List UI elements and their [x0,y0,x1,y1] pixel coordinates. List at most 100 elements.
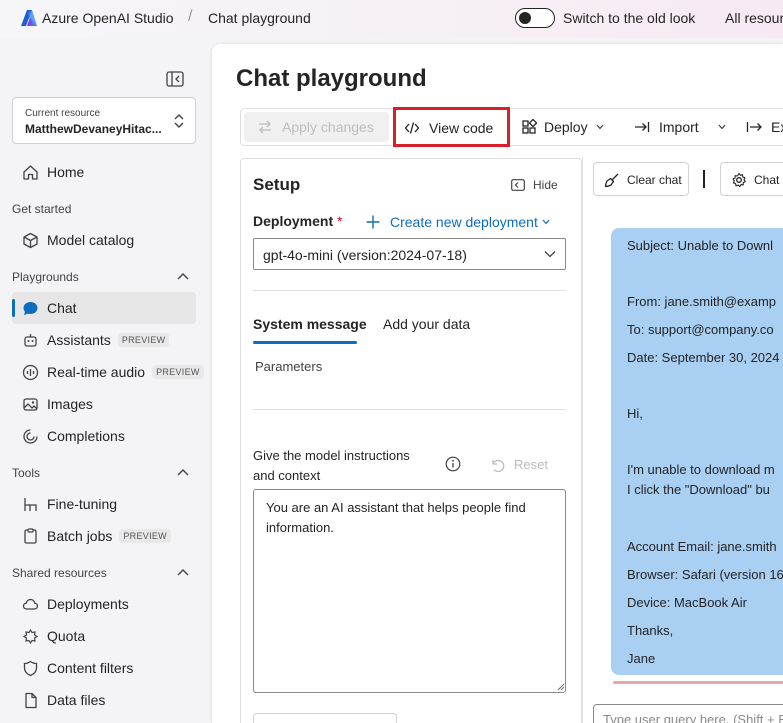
sidebar-item-label: Assistants [47,332,111,348]
add-section-button[interactable] [253,713,397,723]
chevron-up-icon[interactable] [176,567,190,577]
fine-tuning-icon [22,496,39,513]
sidebar-item-label: Data files [47,692,106,708]
apply-changes-button[interactable]: Apply changes [244,112,389,142]
sidebar-item-images[interactable]: Images [12,388,196,420]
sidebar-item-text: Assistants PREVIEW [47,332,170,348]
parameters-tab[interactable]: Parameters [255,359,322,374]
message-line: To: support@company.co [627,322,774,337]
chevron-down-icon [542,219,550,225]
active-tab-indicator [253,341,357,344]
clear-chat-button[interactable]: Clear chat [593,162,689,196]
import-label: Import [659,119,699,135]
brand-name[interactable]: Azure OpenAI Studio [42,10,174,26]
breadcrumb-separator: / [188,8,193,25]
preview-badge: PREVIEW [117,333,170,347]
import-button[interactable]: Import [632,109,732,145]
message-line: Thanks, [627,623,674,638]
gear-icon [731,172,747,188]
clear-chat-label: Clear chat [627,173,682,187]
hide-panel-icon [511,179,525,191]
section-playgrounds: Playgrounds [12,270,79,284]
sidebar-item-label: Model catalog [47,232,135,248]
view-code-label: View code [429,120,494,136]
export-arrow-icon [746,119,762,135]
chevron-up-icon[interactable] [176,271,190,281]
code-icon [404,120,420,136]
document-icon [22,692,39,709]
sidebar-item-assistants[interactable]: Assistants PREVIEW [12,324,196,356]
chat-settings-button[interactable]: Chat c [720,162,783,196]
old-look-toggle[interactable] [515,8,555,28]
sidebar-item-batch-jobs[interactable]: Batch jobs PREVIEW [12,520,196,552]
sidebar-item-label: Home [47,164,85,180]
cloud-icon [22,596,39,613]
divider [253,290,566,291]
info-icon[interactable] [445,456,461,472]
setup-panel: Setup Hide Deployment * Create new deplo… [240,158,582,723]
sidebar-item-fine-tuning[interactable]: Fine-tuning [12,488,196,520]
message-line: Jane [627,651,656,666]
reset-label: Reset [514,457,548,472]
top-bar: Azure OpenAI Studio / Chat playground Sw… [0,0,783,38]
sidebar-item-content-filters[interactable]: Content filters [12,652,196,684]
sidebar-item-label: Content filters [47,660,134,676]
deployment-label: Deployment * [253,213,342,229]
create-new-deployment-label: Create new deployment [390,214,538,230]
sidebar-item-realtime-audio[interactable]: Real-time audio PREVIEW [12,356,204,388]
export-label: Ex [771,119,783,135]
sidebar-item-completions[interactable]: Completions [12,420,196,452]
section-shared-resources: Shared resources [12,566,107,580]
deployment-select[interactable]: gpt-4o-mini (version:2024-07-18) [253,238,566,270]
message-line: Subject: Unable to Downl [627,238,773,253]
sidebar-item-label: Quota [47,628,86,644]
hide-setup-button[interactable]: Hide [511,178,571,194]
completions-icon [22,428,39,445]
sidebar-item-home[interactable]: Home [12,156,196,188]
user-query-input[interactable]: Type user query here. (Shift + Enter for… [593,704,783,723]
sidebar-item-label: Batch jobs [47,528,113,544]
deploy-button[interactable]: Deploy [519,109,619,145]
message-line: Hi, [627,406,643,421]
sidebar-item-label: Deployments [47,596,129,612]
view-code-button[interactable]: View code [393,107,510,147]
all-resources-link[interactable]: All resour [725,10,783,26]
apply-arrows-icon [257,119,273,135]
system-message-textarea[interactable]: You are an AI assistant that helps peopl… [253,489,566,693]
setup-title: Setup [253,175,301,194]
message-line: Account Email: jane.smith [627,539,777,554]
resize-grip-icon[interactable] [557,683,565,691]
chevron-down-icon [544,250,556,258]
sidebar-item-label: Chat [47,300,77,316]
message-line: From: jane.smith@examp [627,294,777,309]
sidebar-item-deployments[interactable]: Deployments [12,588,196,620]
deployment-select-value: gpt-4o-mini (version:2024-07-18) [263,247,467,263]
preview-badge: PREVIEW [152,365,204,379]
deployment-label-text: Deployment [253,213,334,229]
reset-arrow-icon [489,457,505,473]
chevron-up-down-icon [173,112,185,130]
sidebar: Current resource MatthewDevaneyHitac... … [0,38,212,723]
deploy-label: Deploy [544,119,588,135]
tab-system-message[interactable]: System message [253,316,367,332]
message-line: I click the "Download" bu [627,482,770,497]
message-line: Browser: Safari (version 16 [627,567,783,582]
sidebar-item-chat[interactable]: Chat [12,292,196,324]
tab-add-your-data[interactable]: Add your data [383,316,470,332]
user-message-bubble: Subject: Unable to Downl From: jane.smit… [611,228,783,675]
required-marker: * [337,213,343,229]
sidebar-item-label: Images [47,396,93,412]
old-look-toggle-label: Switch to the old look [563,10,696,26]
sidebar-item-model-catalog[interactable]: Model catalog [12,224,196,256]
export-button[interactable]: Ex [744,109,783,145]
sidebar-item-data-files[interactable]: Data files [12,684,196,716]
azure-openai-logo-icon[interactable] [21,9,37,27]
current-resource-selector[interactable]: Current resource MatthewDevaneyHitac... [12,97,196,144]
collapse-sidebar-icon[interactable] [166,71,184,87]
reset-button[interactable]: Reset [489,456,559,474]
import-arrow-icon [634,119,650,135]
chevron-up-icon[interactable] [176,467,190,477]
plus-icon [365,214,381,230]
message-line: I'm unable to download m [627,462,775,477]
sidebar-item-quota[interactable]: Quota [12,620,196,652]
